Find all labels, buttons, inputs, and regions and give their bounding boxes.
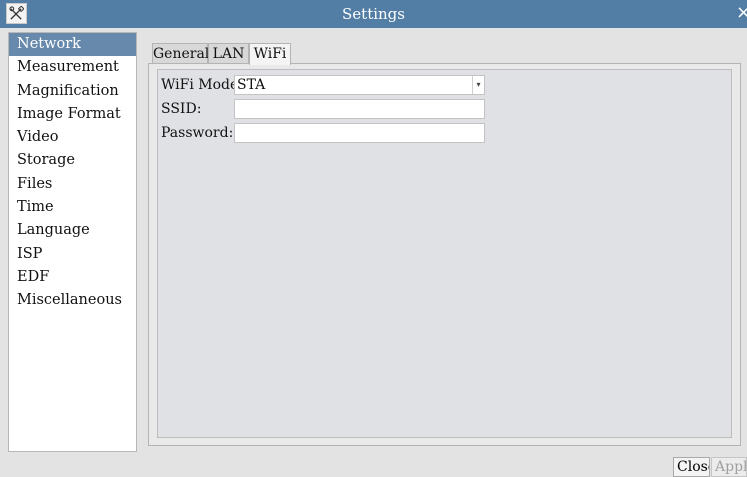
close-icon[interactable]: × [736,2,747,24]
sidebar-item-magnification[interactable]: Magnification [9,80,136,103]
wifi-mode-value: STA [237,77,266,93]
apply-button[interactable]: Apply [711,457,747,477]
settings-category-list: Network Measurement Magnification Image … [8,32,137,452]
sidebar-item-video[interactable]: Video [9,126,136,149]
sidebar-item-files[interactable]: Files [9,173,136,196]
password-label: Password: [161,125,234,141]
sidebar-item-time[interactable]: Time [9,196,136,219]
tab-lan[interactable]: LAN [208,43,249,64]
close-button[interactable]: Close [673,457,710,477]
sidebar-item-edf[interactable]: EDF [9,266,136,289]
sidebar-item-isp[interactable]: ISP [9,243,136,266]
password-input[interactable] [234,123,485,143]
wifi-mode-select[interactable]: STA ▾ [234,75,485,95]
sidebar-item-image-format[interactable]: Image Format [9,103,136,126]
wifi-settings-group: WiFi Mode: STA ▾ SSID: Password: [157,69,732,438]
ssid-input[interactable] [234,99,485,119]
sidebar-item-language[interactable]: Language [9,219,136,242]
title-bar: Settings × [0,0,747,28]
sidebar-item-network[interactable]: Network [9,33,136,57]
tab-wifi[interactable]: WiFi [249,43,291,65]
tab-general[interactable]: General [152,43,209,64]
ssid-label: SSID: [161,101,202,117]
chevron-down-icon[interactable]: ▾ [472,76,484,94]
window-title: Settings [342,5,405,23]
sidebar-item-miscellaneous[interactable]: Miscellaneous [9,289,136,312]
sidebar-item-storage[interactable]: Storage [9,149,136,172]
tab-panel-wifi: WiFi Mode: STA ▾ SSID: Password: [148,63,741,446]
wifi-mode-label: WiFi Mode: [161,77,243,93]
sidebar-item-measurement[interactable]: Measurement [9,56,136,79]
